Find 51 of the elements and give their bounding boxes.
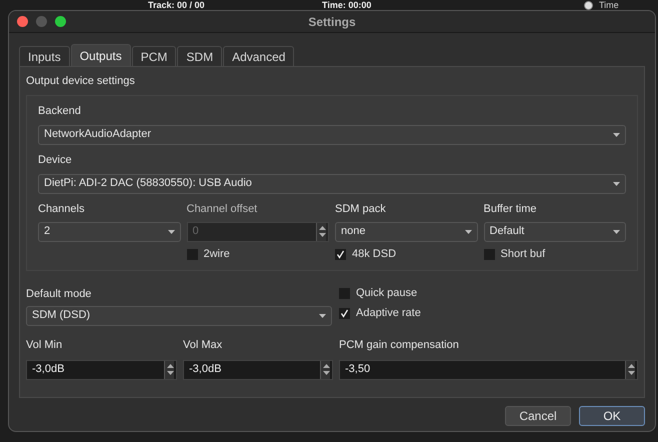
- checkbox[interactable]: [339, 288, 350, 299]
- tab[interactable]: Outputs: [70, 44, 131, 66]
- caret-icon: [319, 314, 326, 318]
- caret-icon: [613, 230, 620, 234]
- spin-field[interactable]: -3,0dB: [26, 360, 177, 380]
- window-title: Settings: [308, 14, 356, 30]
- tab[interactable]: Inputs: [19, 46, 70, 66]
- checkbox-label[interactable]: Short buf: [500, 246, 546, 263]
- field-label: Backend: [38, 104, 82, 118]
- checkbox[interactable]: [335, 249, 346, 260]
- caret-icon: [464, 230, 472, 234]
- dropdown[interactable]: NetworkAudioAdapter: [38, 124, 626, 144]
- field-label: Device: [38, 152, 73, 168]
- field-label: Buffer time: [484, 202, 538, 216]
- tab[interactable]: SDM: [177, 46, 222, 66]
- radio-button[interactable]: [584, 0, 593, 10]
- checkbox-label[interactable]: Quick pause: [356, 285, 418, 302]
- spin-arrows-icon[interactable]: [323, 363, 330, 376]
- dropdown[interactable]: SDM (DSD): [26, 306, 332, 326]
- dropdown[interactable]: Default: [484, 222, 626, 242]
- checkbox[interactable]: [484, 249, 494, 260]
- spin-arrows-icon[interactable]: [167, 363, 174, 376]
- checkbox-label[interactable]: Adaptive rate: [356, 305, 421, 322]
- dropdown[interactable]: none: [335, 222, 478, 242]
- checkbox[interactable]: [339, 308, 350, 319]
- radio-label[interactable]: Time: [599, 0, 619, 10]
- close-button[interactable]: [17, 16, 28, 27]
- field-label: PCM gain compensation: [339, 338, 460, 352]
- dropdown[interactable]: DietPi: ADI-2 DAC (58830550): USB Audio: [38, 174, 626, 194]
- group-title: Output device settings: [26, 74, 136, 89]
- field-label: Channel offset: [186, 202, 258, 216]
- time-readout: Time: 00:00: [322, 0, 372, 10]
- dialog-button[interactable]: OK: [579, 406, 645, 426]
- field-label: SDM pack: [335, 202, 387, 216]
- field-label: Vol Min: [26, 338, 64, 352]
- caret-icon: [613, 182, 620, 186]
- spin-field[interactable]: -3,0dB: [183, 360, 333, 380]
- caret-icon: [168, 230, 174, 234]
- dropdown[interactable]: 2: [38, 222, 180, 242]
- spin-arrows-icon[interactable]: [628, 363, 635, 376]
- zoom-button[interactable]: [55, 16, 66, 27]
- tab[interactable]: PCM: [132, 46, 176, 66]
- caret-icon: [613, 132, 620, 136]
- field-label: Vol Max: [183, 338, 224, 352]
- field-label: Default mode: [26, 286, 92, 302]
- spin-field[interactable]: -3,50: [339, 360, 638, 380]
- dialog-button[interactable]: Cancel: [505, 406, 571, 426]
- checkbox-label[interactable]: 48k DSD: [352, 246, 396, 263]
- track-readout: Track: 00 / 00: [148, 0, 205, 10]
- field-label: Channels: [38, 202, 86, 216]
- tab[interactable]: Advanced: [223, 46, 294, 66]
